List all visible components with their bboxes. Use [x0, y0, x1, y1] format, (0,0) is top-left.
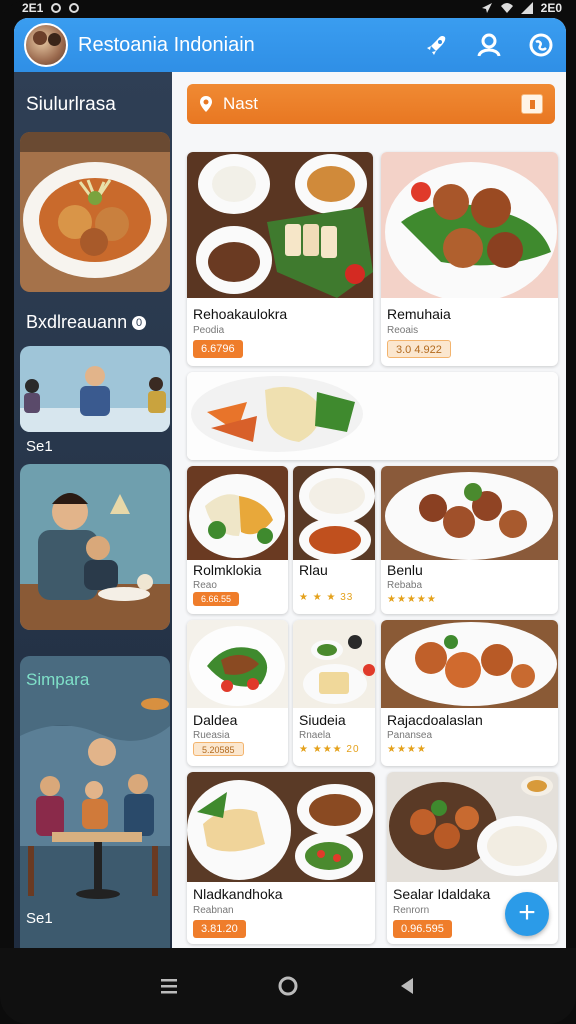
home-icon[interactable] [274, 972, 302, 1000]
sidebar-caption: Se1 [26, 910, 53, 927]
dish-card[interactable]: Nladkandhoka Reabnan 3.81.20 [187, 772, 375, 944]
sidebar-section-title: Simpara [26, 670, 90, 689]
dish-name: Nladkandhoka [193, 886, 283, 902]
price-tag: 6.66.55 [193, 592, 240, 606]
dish-name: Rehoakaulokra [193, 306, 288, 322]
dish-name: Siudeia [299, 712, 346, 728]
dish-name: Benlu [387, 562, 423, 578]
dish-name: Remuhaia [387, 306, 451, 322]
dish-card[interactable]: Sealar Idaldaka Renrorn 0.96.595 + [387, 772, 558, 944]
dish-name: Rolmklokia [193, 562, 262, 578]
dish-subtitle: Peodia [193, 325, 225, 336]
dish-subtitle: Panansea [387, 730, 433, 741]
dish-card[interactable]: Rlau ★ ★ ★ 33 [293, 466, 375, 614]
phone-frame: 2E1 2E0 Restoania Indoniain Siulurlrasa … [0, 0, 576, 1024]
main-content: Nast Rehoakaulokra Peodia 6.6796 Remuhai… [172, 72, 566, 948]
dish-subtitle: Renrorn [393, 905, 430, 916]
dish-subtitle: Rueasia [193, 730, 230, 741]
signal-icon [520, 2, 533, 14]
dish-name: Rlau [299, 562, 328, 578]
sidebar-section-title: Siulurlrasa [26, 94, 116, 115]
dish-subtitle: Reao [193, 580, 217, 591]
sidebar-promo-image[interactable] [20, 464, 170, 630]
dish-card[interactable]: Remuhaia Reoais 3.0 4.922 [381, 152, 558, 366]
location-status-icon [481, 3, 492, 13]
price-tag: 3.0 4.922 [387, 340, 451, 358]
app-title: Restoania Indoniain [78, 33, 255, 56]
rating-stars: ★★★★ [387, 744, 427, 755]
menu-icon[interactable] [155, 972, 183, 1000]
system-nav-bar [0, 948, 576, 1024]
section-badge: 0 [132, 316, 147, 331]
wifi-icon [500, 3, 513, 13]
app-screen: Restoania Indoniain Siulurlrasa Bxdlreau… [14, 18, 566, 948]
filter-button[interactable] [521, 94, 543, 114]
battery-level: 2E0 [540, 1, 562, 15]
price-tag: 0.96.595 [393, 920, 452, 938]
location-pin-icon [200, 96, 212, 112]
dish-subtitle: Rebaba [387, 580, 423, 591]
sidebar-promo-image[interactable] [20, 656, 170, 948]
sidebar-section-title: Bxdlreauann 0 [26, 312, 147, 333]
price-tag: 6.6796 [193, 340, 243, 358]
sidebar-featured-dish[interactable] [20, 132, 170, 292]
dish-subtitle: Rnaela [299, 730, 331, 741]
dish-name: Sealar Idaldaka [393, 886, 491, 902]
user-avatar[interactable] [24, 23, 68, 67]
app-bar: Restoania Indoniain [14, 18, 566, 72]
rating-stars: ★ ★★★ 20 [299, 744, 360, 755]
globe-icon[interactable] [528, 32, 554, 58]
search-bar[interactable]: Nast [187, 84, 555, 124]
rating-stars: ★ ★ ★ 33 [299, 592, 354, 603]
dish-card[interactable]: Rajacdoalaslan Panansea ★★★★ [381, 620, 558, 766]
search-input[interactable]: Nast [223, 94, 258, 114]
profile-icon[interactable] [476, 32, 502, 58]
back-icon[interactable] [393, 972, 421, 1000]
add-button[interactable]: + [505, 892, 549, 936]
dish-name: Rajacdoalaslan [387, 712, 483, 728]
dish-card[interactable]: Siudeia Rnaela ★ ★★★ 20 [293, 620, 375, 766]
price-tag: 5.20585 [193, 742, 244, 756]
notification-icon [51, 3, 62, 13]
rating-stars: ★★★★★ [387, 594, 437, 605]
sidebar-caption: Se1 [26, 438, 53, 455]
sidebar: Siulurlrasa Bxdlreauann 0 Se1 Simpara Se… [14, 72, 172, 948]
dish-card[interactable]: Benlu Rebaba ★★★★★ [381, 466, 558, 614]
dish-subtitle: Reabnan [193, 905, 234, 916]
price-tag: 3.81.20 [193, 920, 246, 938]
sidebar-promo-image[interactable] [20, 346, 170, 432]
sync-icon [69, 3, 80, 13]
promo-banner[interactable] [187, 372, 558, 460]
status-bar: 2E1 2E0 [0, 0, 576, 16]
status-time: 2E1 [22, 1, 44, 15]
dish-card[interactable]: Rolmklokia Reao 6.66.55 [187, 466, 288, 614]
dish-card[interactable]: Rehoakaulokra Peodia 6.6796 [187, 152, 373, 366]
rocket-icon[interactable] [424, 32, 450, 58]
dish-name: Daldea [193, 712, 238, 728]
dish-subtitle: Reoais [387, 325, 419, 336]
dish-card[interactable]: Daldea Rueasia 5.20585 [187, 620, 288, 766]
